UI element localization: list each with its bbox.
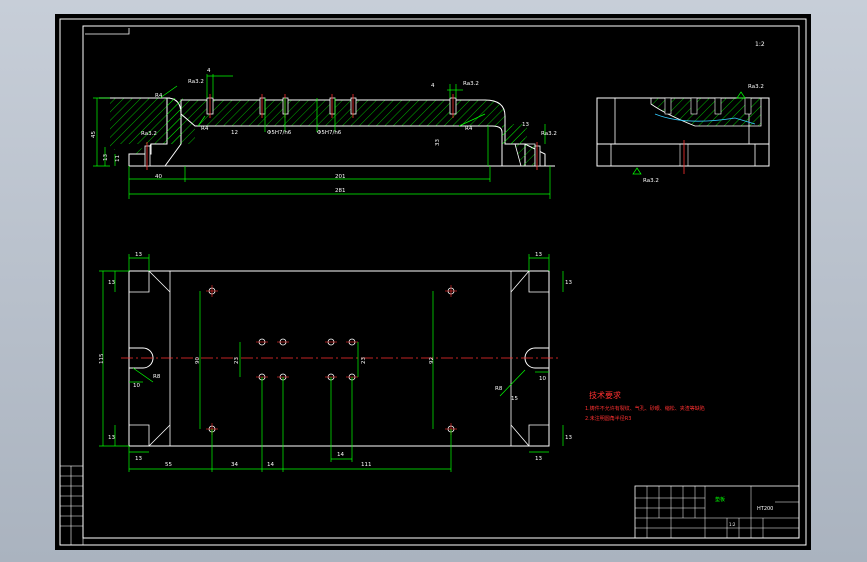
tech-req-line2: 2.未注明圆角半径R3 [585, 415, 631, 422]
dim-15: 15 [511, 396, 518, 402]
roughness-label-3: Ra3.2 [541, 131, 557, 137]
dim-13-tr-v: 13 [565, 280, 572, 286]
side-roughness-bottom: Ra3.2 [643, 178, 659, 184]
roughness-label-2: Ra3.2 [141, 131, 157, 137]
dim-10-left: 10 [133, 383, 140, 389]
r4-label-a: R4 [155, 93, 163, 99]
dim-phi-a: Φ5H7/h6 [267, 130, 292, 136]
dim-4-left: 4 [207, 68, 211, 74]
dim-r8: R8 [153, 374, 161, 380]
dim-115: 115 [99, 353, 105, 364]
tech-requirements: 技术要求 1.铸件不允许有裂纹、气孔、砂眼、缩松、夹渣等缺陷 2.未注明圆角半径… [585, 390, 705, 422]
hole-tl [206, 285, 218, 297]
dim-13-b: 13 [522, 122, 529, 128]
left-margin-block [59, 465, 84, 546]
dim-40: 40 [155, 174, 162, 180]
title-block-scale: 1:2 [729, 522, 736, 527]
dim-201: 201 [335, 174, 346, 180]
dim-r8-right: R8 [495, 386, 503, 392]
dim-10-right: 10 [539, 376, 546, 382]
hole-tr [445, 285, 457, 297]
dim-111: 111 [361, 462, 372, 468]
cad-application-window: 1:2 4 4 Ra3.2 Ra3.2 Ra3.2 Ra3.2 R4 R4 R4… [0, 0, 867, 562]
r4-label-c: R4 [465, 126, 473, 132]
dim-13-a: 13 [103, 154, 109, 161]
r4-label-b: R4 [201, 126, 209, 132]
dim-90: 90 [195, 357, 201, 364]
code-box [85, 28, 130, 35]
dim-23-b: 23 [361, 357, 367, 364]
drawing-viewport[interactable]: 1:2 4 4 Ra3.2 Ra3.2 Ra3.2 Ra3.2 R4 R4 R4… [55, 14, 811, 550]
section-view-front: 4 4 Ra3.2 Ra3.2 Ra3.2 Ra3.2 R4 R4 R4 12 … [91, 68, 557, 199]
dim-23-a: 23 [234, 357, 240, 364]
dim-13-br: 13 [535, 456, 542, 462]
dim-13-tl-v: 13 [108, 280, 115, 286]
dim-45: 45 [91, 131, 97, 138]
tech-req-title: 技术要求 [589, 390, 621, 400]
section-view-side: Ra3.2 Ra3.2 [596, 84, 770, 184]
scale-note: 1:2 [755, 41, 765, 48]
dim-12: 12 [231, 130, 238, 136]
roughness-label-1: Ra3.2 [188, 79, 204, 85]
dim-13-tr: 13 [535, 252, 542, 258]
dim-281: 281 [335, 188, 346, 194]
dim-11: 11 [115, 155, 121, 162]
dim-92: 92 [429, 357, 435, 364]
dim-13-bl: 13 [135, 456, 142, 462]
roughness-label-4: Ra3.2 [463, 81, 479, 87]
plan-view: 13 13 13 13 13 13 13 13 115 90 23 23 92 … [99, 252, 572, 472]
dim-33: 33 [435, 139, 441, 146]
dim-phi-b: Φ5H7/h6 [317, 130, 342, 136]
side-roughness-top: Ra3.2 [748, 84, 764, 90]
title-block-material: HT200 [757, 506, 773, 512]
dim-34: 34 [231, 462, 238, 468]
dim-14-b: 14 [337, 452, 344, 458]
plan-holes [206, 285, 457, 435]
plan-outline [128, 270, 550, 447]
title-block-part-name: 垫板 [715, 496, 725, 503]
dim-4-right: 4 [431, 83, 435, 89]
dim-13-bl-v: 13 [108, 435, 115, 441]
dim-14-a: 14 [267, 462, 274, 468]
dim-55: 55 [165, 462, 172, 468]
title-block: 垫板 HT200 1:2 [634, 485, 800, 539]
plan-dimensions [99, 254, 564, 472]
dim-13-br-v: 13 [565, 435, 572, 441]
dim-13-tl: 13 [135, 252, 142, 258]
tech-req-line1: 1.铸件不允许有裂纹、气孔、砂眼、缩松、夹渣等缺陷 [585, 405, 705, 412]
cad-drawing-canvas[interactable]: 1:2 4 4 Ra3.2 Ra3.2 Ra3.2 Ra3.2 R4 R4 R4… [55, 14, 811, 550]
